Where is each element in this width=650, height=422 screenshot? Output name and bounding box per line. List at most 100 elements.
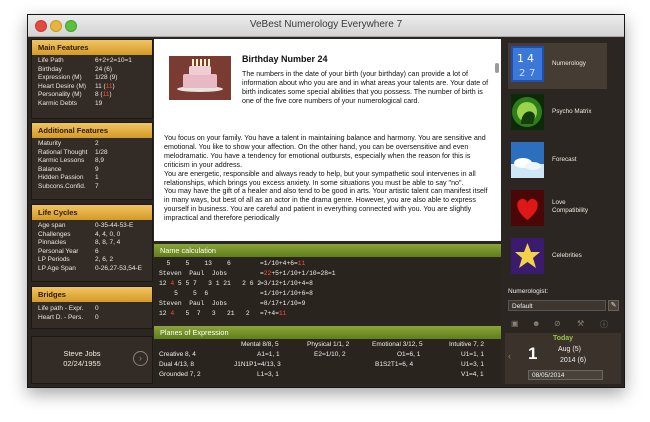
article-paragraph: You focus on your family. You have a tal…	[164, 134, 486, 169]
feature-love-compatibility[interactable]: Love Compatibility	[508, 187, 607, 233]
article-view: Birthday Number 24 The numbers in the da…	[154, 39, 501, 241]
name-calc-result: =1/10+4+6=11	[260, 260, 306, 267]
row-label: Personality (M)	[38, 91, 82, 99]
person-name: Steve Jobs	[63, 349, 101, 358]
planes-cell: L1=3, 1	[257, 371, 279, 378]
toolbar-icons: ▣ ☻ ⊘ ⚒ ⓘ	[508, 319, 618, 329]
chevron-right-icon[interactable]: ›	[133, 351, 148, 366]
info-icon[interactable]: ⓘ	[600, 319, 608, 330]
name-calculation-heading: Name calculation	[154, 244, 501, 257]
numerologist-select[interactable]: Default	[508, 300, 606, 311]
row-label: Karmic Lessons	[38, 157, 85, 165]
numerologist-label: Numerologist:	[508, 288, 549, 295]
article-scrollbar[interactable]	[495, 63, 499, 73]
additional-feature-row[interactable]: Karmic Lessons 8,9	[32, 157, 152, 166]
name-calc-result: =8/17+1/10=9	[260, 300, 306, 307]
additional-feature-row[interactable]: Hidden Passion 1	[32, 174, 152, 183]
bridge-row[interactable]: Life path - Expr. 0	[32, 305, 152, 314]
today-day: 1	[528, 344, 538, 363]
row-value: 0-26,27-53,54-E	[95, 264, 142, 272]
main-feature-row[interactable]: Expression (M) 1/28 (9)	[32, 74, 152, 83]
psycho-matrix-icon	[511, 94, 544, 130]
celebrities-star-icon	[511, 238, 544, 274]
name-calc-row: Steven Paul Jobs	[159, 270, 228, 277]
life-cycles-heading: Life Cycles	[32, 205, 152, 220]
row-label: LP Age Span	[38, 264, 76, 272]
numerology-icon: 1427	[511, 46, 544, 82]
row-value: 6+2+2=10=1	[95, 57, 132, 64]
life-cycle-row[interactable]: Challenges 4, 4, 0, 0	[32, 231, 152, 240]
feature-label: Compatibility	[552, 207, 589, 214]
row-label: Pinnacles	[38, 239, 67, 247]
main-feature-row[interactable]: Personality (M) 8 (11)	[32, 91, 152, 100]
main-feature-row[interactable]: Karmic Debts 19	[32, 100, 152, 109]
feature-celebrities[interactable]: Celebrities	[508, 235, 607, 281]
row-value: 8 (11)	[95, 91, 112, 99]
row-value: 0	[95, 313, 99, 321]
feature-psycho-matrix[interactable]: Psycho Matrix	[508, 91, 607, 137]
row-label: Heart Desire (M)	[38, 82, 87, 90]
row-label: Rational Thought	[38, 148, 88, 156]
tools-icon[interactable]: ⚒	[577, 319, 584, 328]
bridge-row[interactable]: Heart D. - Pers. 0	[32, 314, 152, 323]
row-value: 11 (11)	[95, 82, 115, 90]
name-calc-row: Steven Paul Jobs	[159, 300, 228, 307]
row-label: Challenges	[38, 230, 71, 238]
feature-label: Celebrities	[552, 252, 582, 259]
edit-icon[interactable]: ✎	[608, 300, 619, 311]
additional-feature-row[interactable]: Rational Thought 1/28	[32, 149, 152, 158]
life-cycle-row[interactable]: LP Periods 2, 6, 2	[32, 256, 152, 265]
main-feature-row[interactable]: Life Path 6+2+2=10=1	[32, 57, 152, 66]
life-cycle-row[interactable]: Personal Year 6	[32, 248, 152, 257]
planes-row-label: Grounded 7, 2	[159, 371, 201, 378]
name-calc-row: 5 5 6	[159, 290, 209, 297]
row-value: 6	[95, 247, 99, 255]
article-paragraph: You may have the gift of a healer and al…	[164, 187, 488, 223]
svg-text:7: 7	[529, 68, 535, 79]
block-icon[interactable]: ⊘	[554, 319, 561, 328]
bridges-panel: Bridges Life path - Expr. 0 Heart D. - Pe…	[31, 286, 153, 329]
row-label: LP Periods	[38, 256, 70, 264]
row-label: Life Path	[38, 57, 64, 64]
additional-feature-row[interactable]: Subcons.Confid. 7	[32, 183, 152, 192]
planes-of-expression-table: Mental 8/8, 5 Physical 1/1, 2 Emotional …	[154, 340, 501, 384]
forecast-icon	[511, 142, 544, 178]
birthday-cake-image	[169, 56, 231, 100]
life-cycle-row[interactable]: Pinnacles 8, 8, 7, 4	[32, 239, 152, 248]
article-body: You focus on your family. You have a tal…	[164, 134, 494, 223]
row-value: 2, 6, 2	[95, 256, 114, 264]
article-intro: The numbers in the date of your birth (y…	[242, 70, 489, 105]
main-feature-row[interactable]: Birthday 24 (6)	[32, 66, 152, 75]
planes-heading: Planes of Expression	[154, 326, 501, 339]
main-features-heading: Main Features	[32, 40, 152, 55]
window-title: VeBest Numerology Everywhere 7	[249, 19, 403, 30]
person-icon[interactable]: ☻	[532, 319, 540, 328]
date-input[interactable]: 08/05/2014	[528, 370, 603, 380]
name-calc-result: =1/10+1/10+6=8	[260, 290, 313, 297]
feature-label: Psycho Matrix	[552, 108, 592, 115]
planes-cell: A1=1, 1	[257, 351, 280, 358]
planes-col-header: Mental 8/8, 5	[241, 341, 279, 348]
feature-numerology[interactable]: 1427 Numerology	[508, 43, 607, 89]
life-cycle-row[interactable]: LP Age Span 0-26,27-53,54-E	[32, 265, 152, 274]
person-card[interactable]: Steve Jobs 02/24/1955 ›	[31, 336, 153, 384]
additional-feature-row[interactable]: Maturity 2	[32, 140, 152, 149]
love-heart-icon	[511, 190, 544, 226]
name-calc-result: =22+5+1/10+1/10=28=1	[260, 270, 336, 277]
main-feature-row[interactable]: Heart Desire (M) 11 (11)	[32, 83, 152, 92]
save-icon[interactable]: ▣	[511, 319, 519, 328]
today-month: Aug (5)	[558, 346, 581, 353]
additional-feature-row[interactable]: Balance 9	[32, 166, 152, 175]
person-birthdate: 02/24/1955	[63, 359, 101, 368]
row-label: Balance	[38, 165, 62, 173]
row-value: 24 (6)	[95, 65, 112, 73]
chevron-left-icon[interactable]: ‹	[508, 351, 511, 361]
feature-forecast[interactable]: Forecast	[508, 139, 607, 185]
planes-cell: E2=1/10, 2	[314, 351, 346, 358]
life-cycle-row[interactable]: Age span 0-35-44-53-E	[32, 222, 152, 231]
name-calc-row: 5 5 13 6	[159, 260, 231, 267]
today-year: 2014 (6)	[560, 357, 587, 364]
row-label: Subcons.Confid.	[38, 182, 86, 190]
additional-features-heading: Additional Features	[32, 123, 152, 138]
row-label: Birthday	[38, 65, 62, 73]
